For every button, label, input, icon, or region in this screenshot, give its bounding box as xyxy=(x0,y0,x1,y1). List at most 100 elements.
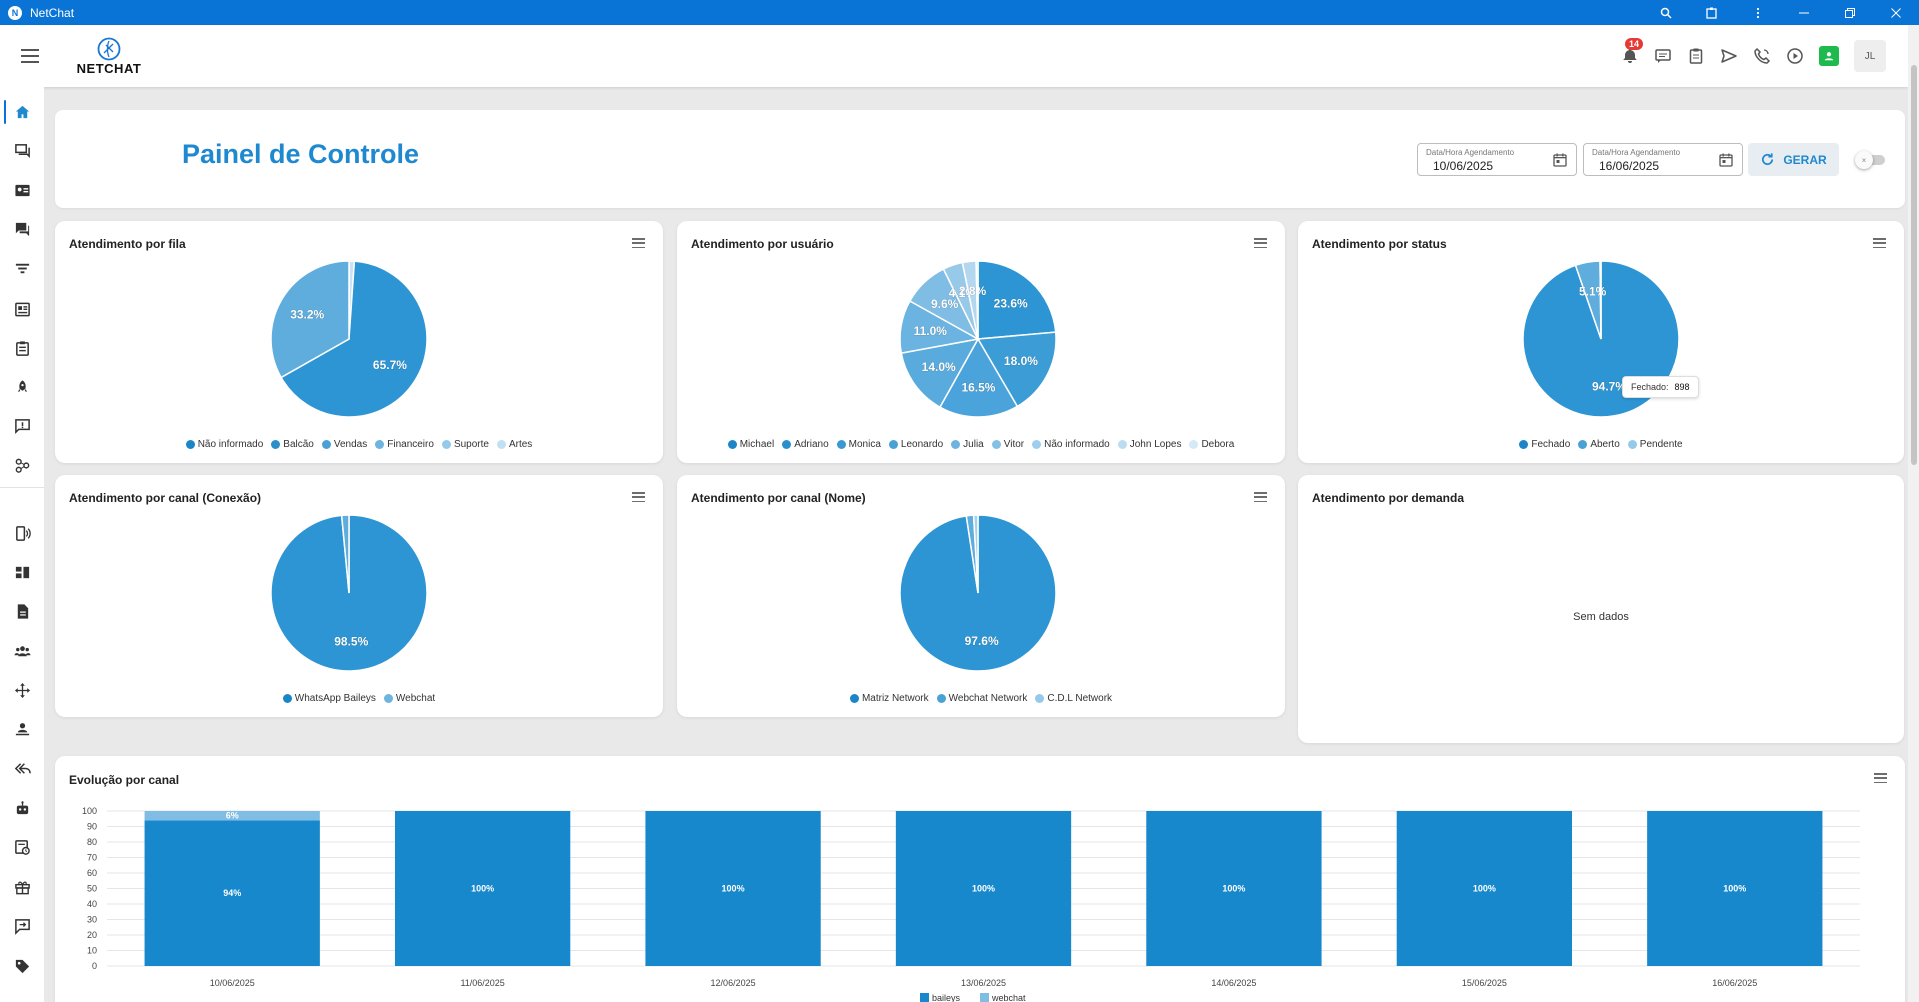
sidebar-item-promocoes[interactable] xyxy=(0,873,44,901)
legend-item[interactable]: Debora xyxy=(1189,439,1234,450)
sidebar-item-chat-interno[interactable] xyxy=(0,215,44,243)
calendar-icon[interactable] xyxy=(1553,153,1567,167)
sidebar-item-conexoes[interactable] xyxy=(0,519,44,547)
sidebar-item-contatos[interactable] xyxy=(0,176,44,204)
sidebar-item-atendimentos[interactable] xyxy=(0,136,44,164)
sidebar-item-usuarios[interactable] xyxy=(0,637,44,665)
pie-slice[interactable] xyxy=(1599,260,1602,340)
chart-card-usuario: Atendimento por usuário 23.6% 18.0% 16.5% 1… xyxy=(677,221,1285,463)
sidebar-item-arquivos[interactable] xyxy=(0,597,44,625)
legend-item[interactable]: Não informado xyxy=(1032,439,1110,450)
sidebar-item-tarefas[interactable] xyxy=(0,334,44,362)
y-tick-label: 0 xyxy=(92,961,97,971)
extensions-icon[interactable] xyxy=(1689,0,1735,25)
legend-label: Matriz Network xyxy=(861,693,929,704)
chat-icon[interactable] xyxy=(1654,47,1672,65)
legend-item[interactable]: Pendente xyxy=(1627,439,1683,450)
legend-label: Fechado xyxy=(1531,439,1571,450)
legend-dot xyxy=(727,440,737,449)
tag-icon xyxy=(15,959,29,973)
menu-toggle-button[interactable] xyxy=(21,49,39,63)
user-avatar[interactable]: JL xyxy=(1854,40,1886,72)
legend-dot xyxy=(782,440,792,449)
legend-item[interactable]: Aberto xyxy=(1578,439,1620,450)
legend-label: Webchat Network xyxy=(948,693,1028,704)
legend-item[interactable]: Não informado xyxy=(185,439,264,450)
dashboard-icon xyxy=(15,566,29,578)
close-window-button[interactable] xyxy=(1873,0,1919,25)
legend-item[interactable]: Artes xyxy=(496,439,533,450)
legend-item[interactable]: Webchat Network xyxy=(936,693,1028,704)
legend-dot xyxy=(1117,440,1127,449)
chart-card-canal-nome: Atendimento por canal (Nome) 97.6% Matriz… xyxy=(677,475,1285,717)
page-scrollbar[interactable] xyxy=(1908,25,1919,1002)
legend-label: Michael xyxy=(739,439,775,450)
legend-item[interactable]: Michael xyxy=(727,439,775,450)
legend-item[interactable]: Vendas xyxy=(321,439,367,450)
legend-dot xyxy=(321,440,331,449)
legend-item[interactable]: Balcão xyxy=(271,439,314,450)
play-circle-icon[interactable] xyxy=(1786,47,1804,65)
sidebar-item-avisos[interactable] xyxy=(0,412,44,440)
gerar-button[interactable]: GERAR xyxy=(1748,143,1839,176)
sidebar-item-campanhas[interactable] xyxy=(0,373,44,401)
zoom-icon[interactable] xyxy=(1643,0,1689,25)
hub-icon xyxy=(15,458,29,473)
legend-item[interactable]: Adriano xyxy=(782,439,829,450)
notifications-icon[interactable]: 14 xyxy=(1621,38,1644,65)
legend-label: Balcão xyxy=(283,439,314,450)
pie-data-label: 14.0% xyxy=(922,360,956,374)
legend-label: Não informado xyxy=(197,439,264,450)
sidebar-item-agendamentos[interactable] xyxy=(0,833,44,861)
sidebar-item-fluxos[interactable] xyxy=(0,676,44,704)
sidebar-item-chatbot[interactable] xyxy=(0,794,44,822)
clipboard-icon[interactable] xyxy=(1687,47,1705,65)
sidebar-item-painel[interactable] xyxy=(0,558,44,586)
date-start-label: Data/Hora Agendamento xyxy=(1426,148,1515,157)
sidebar-item-respostas-rapidas[interactable] xyxy=(0,754,44,782)
clipboard-list-icon xyxy=(15,340,29,356)
legend-label[interactable]: webchat xyxy=(991,993,1026,1002)
chart-legend: Fechado Aberto Pendente xyxy=(1298,439,1904,450)
sidebar-item-transferencias[interactable] xyxy=(0,912,44,940)
sidebar-divider xyxy=(0,487,44,488)
send-icon[interactable] xyxy=(1720,47,1738,65)
more-vert-icon[interactable] xyxy=(1735,0,1781,25)
legend-item[interactable]: Financeiro xyxy=(375,439,434,450)
minimize-button[interactable] xyxy=(1781,0,1827,25)
legend-label: Artes xyxy=(508,439,533,450)
legend-item[interactable]: Matriz Network xyxy=(849,693,929,704)
legend-label[interactable]: baileys xyxy=(932,993,961,1002)
sidebar-item-filas[interactable] xyxy=(0,254,44,282)
date-start-field[interactable]: Data/Hora Agendamento 10/06/2025 xyxy=(1417,143,1577,176)
sidebar-item-home[interactable] xyxy=(0,98,44,126)
legend-item[interactable]: Julia xyxy=(951,439,984,450)
bar-data-label: 100% xyxy=(972,884,995,894)
legend-item[interactable]: C.D.L Network xyxy=(1035,693,1112,704)
legend-item[interactable]: Webchat xyxy=(383,693,435,704)
legend-item[interactable]: Monica xyxy=(836,439,881,450)
sidebar-item-integracoes[interactable] xyxy=(0,451,44,479)
sidebar-item-atendentes[interactable] xyxy=(0,715,44,743)
legend-item[interactable]: Fechado xyxy=(1519,439,1570,450)
auto-refresh-toggle[interactable]: × xyxy=(1855,151,1885,169)
contact-add-button[interactable] xyxy=(1819,46,1839,66)
legend-item[interactable]: Leonardo xyxy=(888,439,943,450)
scrollbar-thumb[interactable] xyxy=(1911,65,1917,465)
legend-dot xyxy=(271,440,281,449)
sidebar-item-tags[interactable] xyxy=(0,952,44,980)
legend-dot xyxy=(1032,440,1042,449)
x-tick-label: 11/06/2025 xyxy=(460,978,504,988)
date-end-field[interactable]: Data/Hora Agendamento 16/06/2025 xyxy=(1583,143,1743,176)
pie-data-label: 11.0% xyxy=(914,324,948,338)
legend-item[interactable]: Vitor xyxy=(991,439,1024,450)
phone-call-icon[interactable] xyxy=(1753,47,1771,65)
legend-item[interactable]: John Lopes xyxy=(1117,439,1181,450)
sidebar-item-relatorios[interactable] xyxy=(0,295,44,323)
restore-button[interactable] xyxy=(1827,0,1873,25)
legend-item[interactable]: Suporte xyxy=(441,439,489,450)
chart-card-status: Atendimento por status 94.7% 5.1% Fechado A… xyxy=(1298,221,1904,463)
calendar-icon[interactable] xyxy=(1719,153,1733,167)
legend-item[interactable]: WhatsApp Baileys xyxy=(282,693,376,704)
chart-tooltip: Fechado: 898 xyxy=(1622,376,1699,398)
